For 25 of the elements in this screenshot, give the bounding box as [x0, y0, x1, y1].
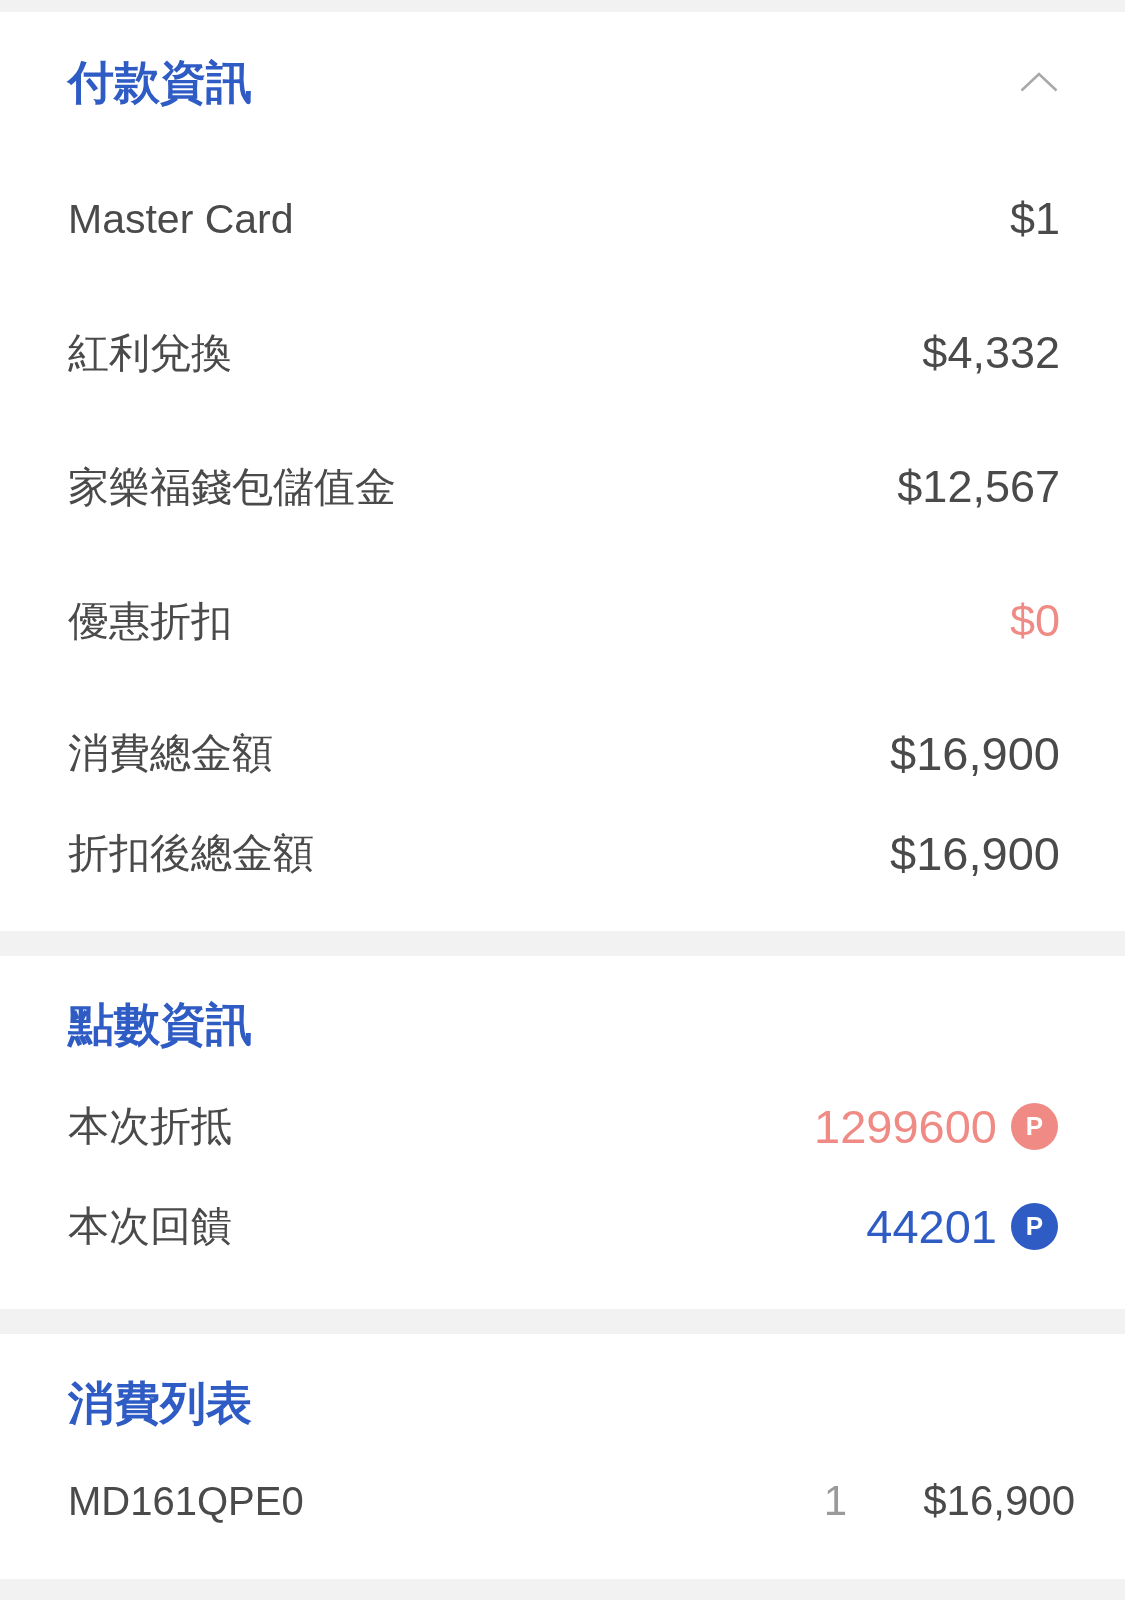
- section-title: 付款資訊: [68, 55, 252, 110]
- payment-method-label: 紅利兌換: [68, 328, 232, 378]
- payment-amount: $12,567: [897, 461, 1060, 513]
- points-label: 本次回饋: [68, 1201, 232, 1251]
- section-title: 點數資訊: [68, 997, 252, 1052]
- product-code: MD161QPE0: [68, 1478, 304, 1524]
- payment-amount: $1: [1009, 193, 1060, 245]
- total-label: 折扣後總金額: [68, 828, 314, 878]
- payment-amount: $4,332: [922, 327, 1060, 379]
- quantity: 1: [823, 1477, 848, 1525]
- section-title: 消費列表: [68, 1376, 252, 1431]
- points-label: 本次折抵: [68, 1101, 232, 1151]
- payment-method-label: 家樂福錢包儲值金: [68, 462, 396, 512]
- payment-amount: $0: [1009, 595, 1060, 647]
- points-value: 1299600: [814, 1098, 997, 1154]
- item-price: $16,900: [923, 1477, 1075, 1525]
- total-label: 消費總金額: [68, 728, 273, 778]
- points-badge: P: [1011, 1102, 1058, 1150]
- payment-method-label: Master Card: [68, 195, 294, 243]
- points-badge: P: [1011, 1202, 1058, 1250]
- chevron-up-icon[interactable]: [1020, 72, 1058, 92]
- payment-method-label: 優惠折扣: [68, 596, 232, 646]
- total-amount: $16,900: [890, 725, 1060, 781]
- points-value: 44201: [866, 1198, 997, 1254]
- total-amount: $16,900: [890, 825, 1060, 881]
